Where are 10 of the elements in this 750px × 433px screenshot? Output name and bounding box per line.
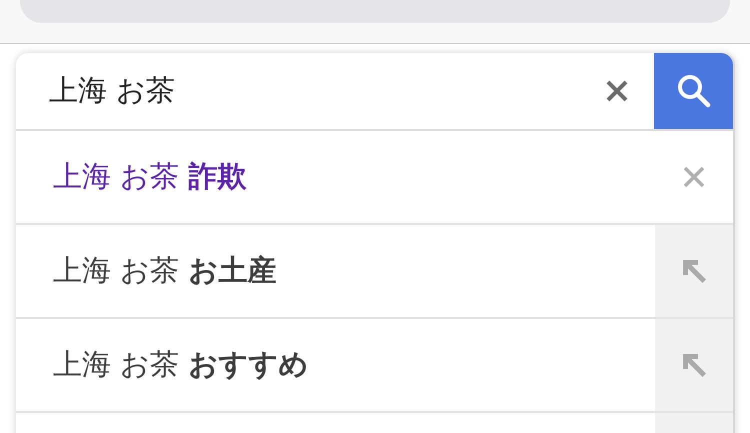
arrow-up-left-icon [680, 351, 708, 379]
remove-icon[interactable] [683, 166, 705, 188]
search-field[interactable]: 上海 お茶 [16, 53, 602, 129]
suggestion-item[interactable]: 上海 お茶 詐欺 [16, 157, 655, 197]
search-button[interactable] [654, 53, 733, 129]
suggestion-item[interactable]: 上海 お茶 お土産 [16, 251, 655, 291]
arrow-up-left-icon [680, 257, 708, 285]
fill-in-button[interactable] [655, 319, 733, 411]
fill-in-button[interactable] [655, 225, 733, 317]
suggestion-item[interactable]: 上海 お茶 おすすめ [16, 345, 655, 385]
